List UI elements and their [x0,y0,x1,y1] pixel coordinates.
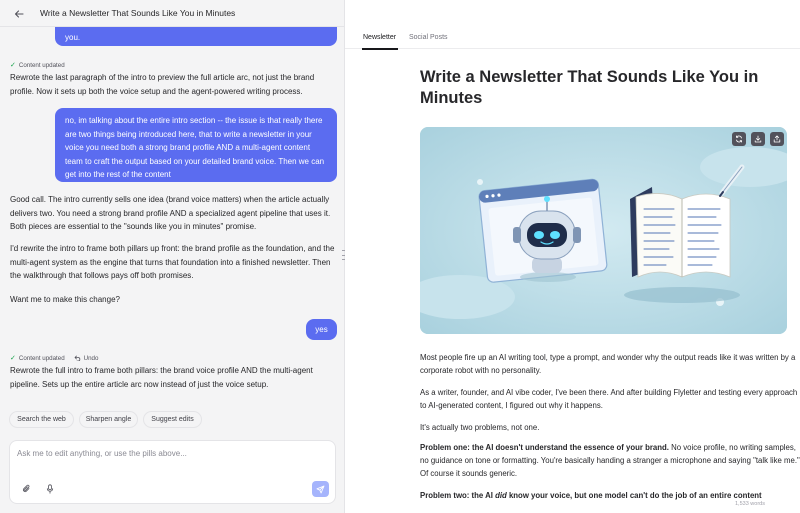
download-icon [754,135,762,143]
user-message: you. [55,27,337,46]
document-tabs: Newsletter Social Posts [345,27,800,49]
content-updated-status: ✓ Content updated Undo [10,354,99,363]
check-icon: ✓ [10,62,16,69]
arrow-left-icon [14,10,24,18]
chat-title: Write a Newsletter That Sounds Like You … [40,8,236,18]
send-icon [316,485,325,493]
problem-two-heading-a: Problem two: the AI [420,491,496,500]
attach-button[interactable] [20,483,32,495]
assistant-message-paragraph: Want me to make this change? [10,295,120,304]
content-updated-status: ✓ Content updated [10,61,65,70]
microphone-button[interactable] [44,483,56,495]
document-paragraph: It's actually two problems, not one. [420,423,540,432]
share-icon [773,135,781,143]
sharpen-angle-pill[interactable]: Sharpen angle [79,411,138,428]
user-message: no, im talking about the entire intro se… [55,108,337,182]
suggest-edits-pill[interactable]: Suggest edits [143,411,202,428]
regenerate-image-button[interactable] [732,132,746,146]
chat-panel: Write a Newsletter That Sounds Like You … [0,0,344,513]
chat-input[interactable] [17,446,327,460]
chat-header: Write a Newsletter That Sounds Like You … [0,0,344,27]
paperclip-icon [22,484,29,492]
assistant-message-paragraph: I'd rewrite the intro to frame both pill… [10,244,335,280]
search-the-web-pill[interactable]: Search the web [9,411,74,428]
status-label: Content updated [18,61,65,69]
problem-two-emphasis: did [495,491,507,500]
document-title: Write a Newsletter That Sounds Like You … [420,68,759,107]
tab-social-posts[interactable]: Social Posts [409,34,448,41]
status-label: Content updated [18,354,65,362]
word-count: 1,533 words [735,501,765,507]
download-image-button[interactable] [751,132,765,146]
microphone-icon [46,484,54,494]
back-button[interactable] [10,5,28,23]
document-panel: Newsletter Social Posts Write a Newslett… [345,0,800,513]
hero-image [420,127,787,334]
tab-newsletter[interactable]: Newsletter [363,34,396,41]
undo-icon [74,355,80,361]
active-tab-indicator [362,48,398,50]
robot-and-book-illustration [420,127,787,334]
document-paragraph: Problem one: the AI doesn't understand t… [420,441,800,480]
undo-button[interactable]: Undo [74,354,99,362]
assistant-message: Rewrote the full intro to frame both pil… [10,366,313,389]
user-message: yes [306,319,337,340]
problem-one-heading: Problem one: the AI doesn't understand t… [420,443,669,452]
undo-label: Undo [83,354,99,362]
document-paragraph: As a writer, founder, and AI vibe coder,… [420,388,798,410]
refresh-icon [736,135,742,143]
send-button[interactable] [312,481,329,497]
document-paragraph: Most people fire up an AI writing tool, … [420,353,796,375]
assistant-message: Rewrote the last paragraph of the intro … [10,73,315,96]
chat-composer [9,440,336,504]
problem-two-heading-b: know your voice, but one model can't do … [506,491,762,500]
check-icon: ✓ [10,355,16,362]
assistant-message-paragraph: Good call. The intro currently sells one… [10,195,331,231]
share-image-button[interactable] [770,132,784,146]
